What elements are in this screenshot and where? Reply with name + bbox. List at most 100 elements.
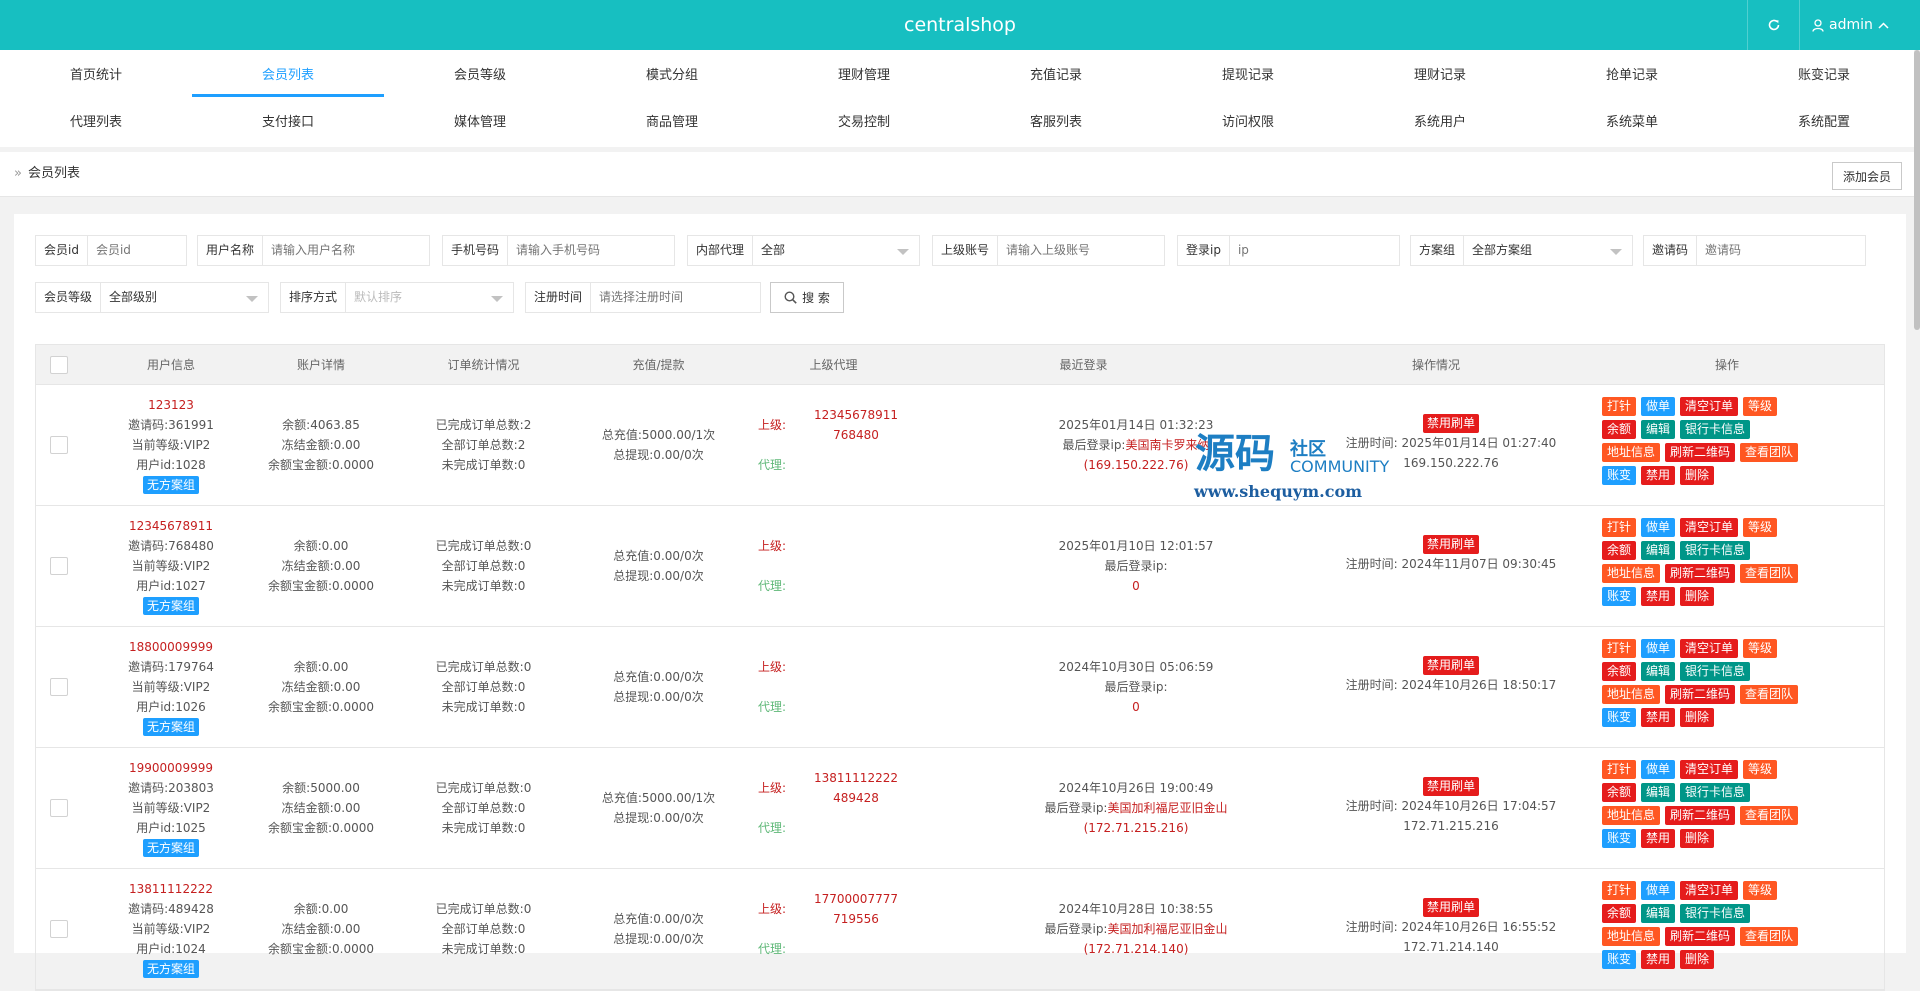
action-button[interactable]: 打针: [1602, 639, 1637, 658]
action-button[interactable]: 地址信息: [1602, 806, 1661, 825]
action-button[interactable]: 地址信息: [1602, 443, 1661, 462]
nav-item-12[interactable]: 支付接口: [192, 100, 384, 144]
action-button[interactable]: 清空订单: [1680, 518, 1739, 537]
nav-item-1[interactable]: 首页统计: [0, 53, 192, 97]
action-button[interactable]: 清空订单: [1680, 881, 1739, 900]
phone-input[interactable]: [508, 236, 675, 265]
action-button[interactable]: 清空订单: [1680, 760, 1739, 779]
invite-code-input[interactable]: [1697, 236, 1865, 265]
action-button[interactable]: 做单: [1641, 881, 1676, 900]
disable-order-badge[interactable]: 禁用刷单: [1422, 777, 1479, 796]
action-button[interactable]: 余额: [1602, 420, 1637, 439]
row-checkbox[interactable]: [50, 436, 68, 454]
action-button[interactable]: 做单: [1641, 760, 1676, 779]
action-button[interactable]: 等级: [1743, 518, 1778, 537]
action-button[interactable]: 余额: [1602, 662, 1637, 681]
row-checkbox[interactable]: [50, 920, 68, 938]
nav-item-11[interactable]: 代理列表: [0, 100, 192, 144]
action-button[interactable]: 地址信息: [1602, 927, 1661, 946]
scrollbar-thumb[interactable]: [1914, 50, 1920, 330]
action-button[interactable]: 清空订单: [1680, 397, 1739, 416]
action-button[interactable]: 打针: [1602, 881, 1637, 900]
page-scrollbar[interactable]: [1914, 50, 1920, 953]
nav-item-17[interactable]: 访问权限: [1152, 100, 1344, 144]
login-ip-input[interactable]: [1229, 236, 1399, 265]
action-button[interactable]: 禁用: [1641, 829, 1676, 848]
action-button[interactable]: 刷新二维码: [1665, 927, 1736, 946]
nav-item-14[interactable]: 商品管理: [576, 100, 768, 144]
action-button[interactable]: 刷新二维码: [1665, 443, 1736, 462]
action-button[interactable]: 做单: [1641, 518, 1676, 537]
action-button[interactable]: 编辑: [1641, 420, 1676, 439]
internal-agent-select[interactable]: 全部: [753, 236, 919, 265]
action-button[interactable]: 余额: [1602, 783, 1637, 802]
action-button[interactable]: 等级: [1743, 760, 1778, 779]
disable-order-badge[interactable]: 禁用刷单: [1422, 898, 1479, 917]
action-button[interactable]: 银行卡信息: [1680, 783, 1751, 802]
nav-item-9[interactable]: 抢单记录: [1536, 53, 1728, 97]
nav-item-18[interactable]: 系统用户: [1344, 100, 1536, 144]
parent-account[interactable]: 17700007777: [796, 889, 916, 909]
nav-item-19[interactable]: 系统菜单: [1536, 100, 1728, 144]
nav-item-4[interactable]: 模式分组: [576, 53, 768, 97]
parent-account[interactable]: 12345678911: [796, 405, 916, 425]
action-button[interactable]: 余额: [1602, 904, 1637, 923]
nav-item-7[interactable]: 提现记录: [1152, 53, 1344, 97]
action-button[interactable]: 禁用: [1641, 466, 1676, 485]
action-button[interactable]: 删除: [1680, 829, 1715, 848]
action-button[interactable]: 银行卡信息: [1680, 662, 1751, 681]
disable-order-badge[interactable]: 禁用刷单: [1422, 535, 1479, 554]
action-button[interactable]: 打针: [1602, 397, 1637, 416]
nav-item-10[interactable]: 账变记录: [1728, 53, 1920, 97]
action-button[interactable]: 账变: [1602, 829, 1637, 848]
action-button[interactable]: 刷新二维码: [1665, 806, 1736, 825]
action-button[interactable]: 查看团队: [1740, 443, 1799, 462]
nav-item-6[interactable]: 充值记录: [960, 53, 1152, 97]
parent-account[interactable]: 13811112222: [796, 768, 916, 788]
action-button[interactable]: 地址信息: [1602, 564, 1661, 583]
action-button[interactable]: 做单: [1641, 397, 1676, 416]
disable-order-badge[interactable]: 禁用刷单: [1422, 656, 1479, 675]
action-button[interactable]: 账变: [1602, 466, 1637, 485]
action-button[interactable]: 账变: [1602, 587, 1637, 606]
nav-item-5[interactable]: 理财管理: [768, 53, 960, 97]
action-button[interactable]: 编辑: [1641, 662, 1676, 681]
action-button[interactable]: 打针: [1602, 518, 1637, 537]
nav-item-20[interactable]: 系统配置: [1728, 100, 1920, 144]
user-phone[interactable]: 18800009999: [96, 637, 246, 657]
nav-item-15[interactable]: 交易控制: [768, 100, 960, 144]
user-menu[interactable]: admin: [1812, 0, 1889, 50]
action-button[interactable]: 地址信息: [1602, 685, 1661, 704]
sort-select[interactable]: 默认排序: [346, 283, 513, 312]
search-button[interactable]: 搜 索: [770, 282, 844, 313]
action-button[interactable]: 查看团队: [1740, 564, 1799, 583]
select-all-checkbox[interactable]: [50, 356, 68, 374]
action-button[interactable]: 删除: [1680, 708, 1715, 727]
action-button[interactable]: 等级: [1743, 639, 1778, 658]
username-input[interactable]: [263, 236, 430, 265]
refresh-button[interactable]: [1747, 0, 1800, 50]
add-member-button[interactable]: 添加会员: [1832, 162, 1902, 190]
member-level-select[interactable]: 全部级别: [101, 283, 268, 312]
action-button[interactable]: 打针: [1602, 760, 1637, 779]
action-button[interactable]: 银行卡信息: [1680, 541, 1751, 560]
parent-account-input[interactable]: [998, 236, 1165, 265]
plan-group-select[interactable]: 全部方案组: [1464, 236, 1632, 265]
nav-item-16[interactable]: 客服列表: [960, 100, 1152, 144]
row-checkbox[interactable]: [50, 678, 68, 696]
nav-item-8[interactable]: 理财记录: [1344, 53, 1536, 97]
action-button[interactable]: 查看团队: [1740, 927, 1799, 946]
action-button[interactable]: 查看团队: [1740, 685, 1799, 704]
action-button[interactable]: 账变: [1602, 708, 1637, 727]
action-button[interactable]: 银行卡信息: [1680, 904, 1751, 923]
action-button[interactable]: 查看团队: [1740, 806, 1799, 825]
disable-order-badge[interactable]: 禁用刷单: [1422, 414, 1479, 433]
action-button[interactable]: 禁用: [1641, 708, 1676, 727]
action-button[interactable]: 银行卡信息: [1680, 420, 1751, 439]
action-button[interactable]: 刷新二维码: [1665, 685, 1736, 704]
user-phone[interactable]: 19900009999: [96, 758, 246, 778]
action-button[interactable]: 删除: [1680, 466, 1715, 485]
action-button[interactable]: 编辑: [1641, 541, 1676, 560]
register-time-input[interactable]: [591, 283, 760, 312]
action-button[interactable]: 删除: [1680, 587, 1715, 606]
